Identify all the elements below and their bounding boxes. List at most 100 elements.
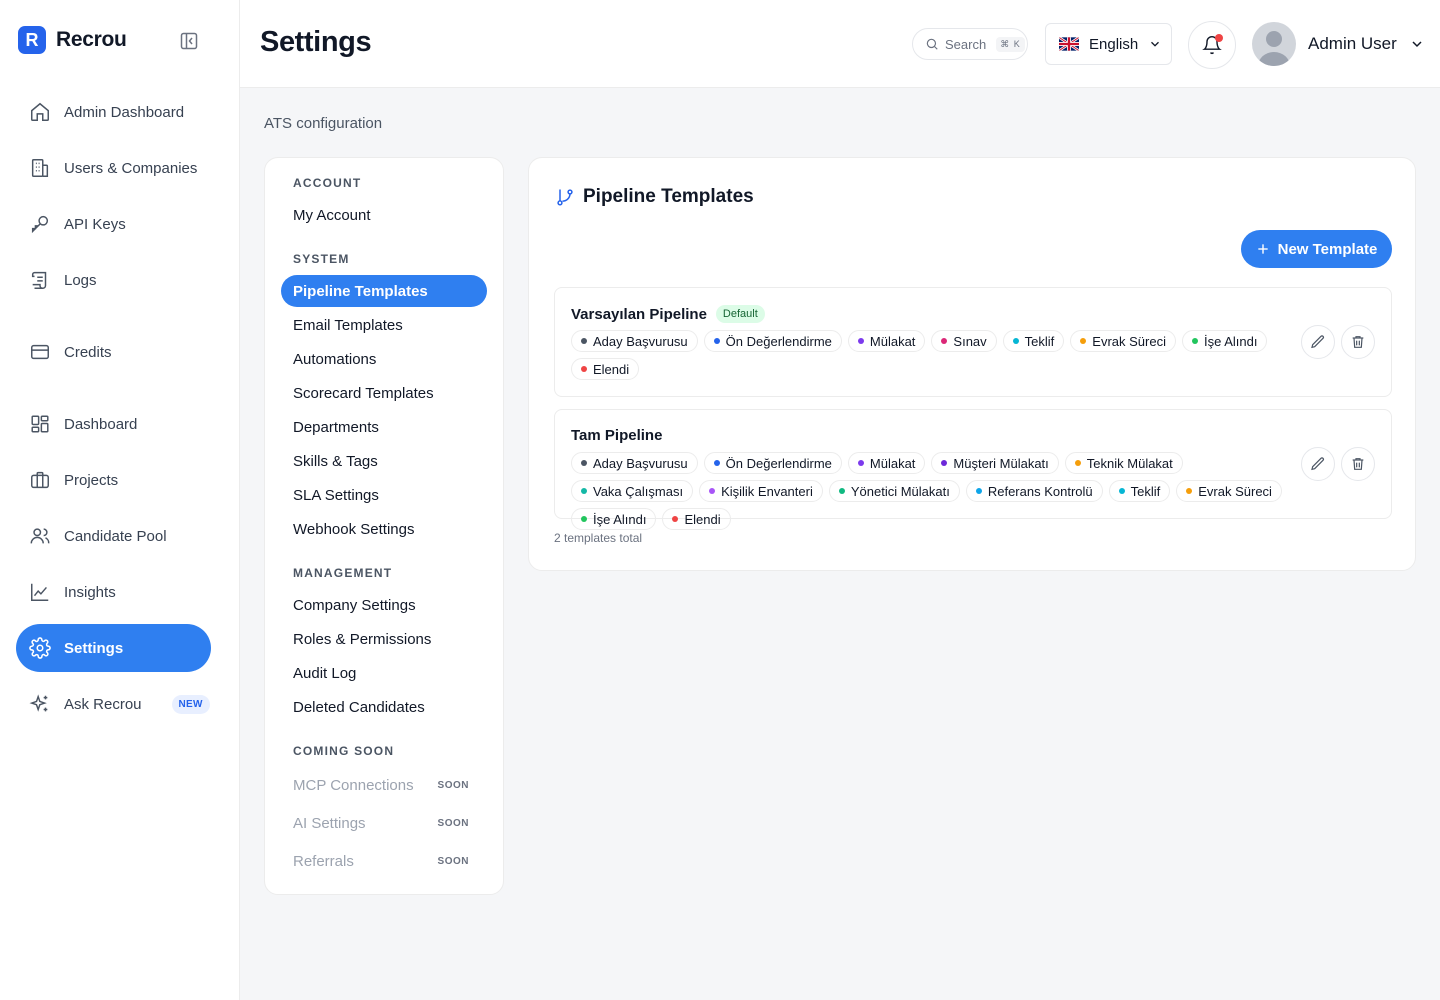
menu-item-company-settings[interactable]: Company Settings — [281, 589, 487, 621]
stage-chip: Teklif — [1108, 480, 1171, 502]
card-header: Pipeline Templates — [555, 186, 754, 208]
stage-dot-icon — [672, 516, 679, 522]
stage-dot-icon — [581, 460, 587, 466]
stage-dot-icon — [709, 488, 716, 494]
sidebar-item-label: Logs — [64, 271, 97, 289]
template-card-varsayilan[interactable]: Varsayılan Pipeline Default Aday Başvuru… — [554, 287, 1392, 397]
sidebar-item-settings[interactable]: Settings — [16, 624, 211, 672]
sidebar-item-candidate-pool[interactable]: Candidate Pool — [16, 512, 211, 560]
stage-dot-icon — [941, 338, 948, 344]
stage-dot-icon — [838, 488, 845, 494]
sidebar: R Recrou Admin Dashboard Users & Compani… — [0, 0, 240, 1000]
stage-dot-icon — [857, 460, 864, 466]
new-template-label: New Template — [1277, 240, 1378, 258]
stage-chip: Mülakat — [847, 452, 926, 474]
menu-item-automations[interactable]: Automations — [281, 343, 487, 375]
sidebar-item-admin-dashboard[interactable]: Admin Dashboard — [16, 88, 211, 136]
stage-chip: Ön Değerlendirme — [703, 452, 842, 474]
stage-dot-icon — [975, 488, 982, 494]
menu-item-scorecard-templates[interactable]: Scorecard Templates — [281, 377, 487, 409]
stage-label: Ön Değerlendirme — [725, 455, 832, 471]
sidebar-item-projects[interactable]: Projects — [16, 456, 211, 504]
menu-item-sla-settings[interactable]: SLA Settings — [281, 479, 487, 511]
gear-icon — [28, 636, 52, 660]
menu-item-label: MCP Connections — [293, 776, 414, 794]
stage-label: Teknik Mülakat — [1086, 455, 1173, 471]
grid-icon — [28, 412, 52, 436]
sidebar-item-ask-recrou[interactable]: Ask Recrou NEW — [16, 680, 211, 728]
template-name-text: Tam Pipeline — [571, 427, 663, 444]
menu-item-audit-log[interactable]: Audit Log — [281, 657, 487, 689]
stage-label: İşe Alındı — [1204, 333, 1258, 349]
building-icon — [28, 156, 52, 180]
stage-label: Elendi — [684, 511, 721, 527]
sidebar-item-label: Admin Dashboard — [64, 103, 185, 121]
sidebar-item-api-keys[interactable]: API Keys — [16, 200, 211, 248]
default-badge: Default — [715, 305, 765, 323]
user-menu[interactable]: Admin User — [1252, 22, 1425, 66]
brand-name: Recrou — [56, 28, 127, 51]
menu-item-label: Referrals — [293, 852, 354, 870]
sidebar-item-dashboard[interactable]: Dashboard — [16, 400, 211, 448]
stage-label: Müşteri Mülakatı — [953, 455, 1049, 471]
stage-list: Aday Başvurusu Ön Değerlendirme Mülakat Sın… — [571, 330, 1301, 380]
brand[interactable]: R Recrou — [18, 26, 127, 54]
stage-dot-icon — [1186, 488, 1193, 494]
delete-template-button[interactable] — [1341, 325, 1375, 359]
language-select[interactable]: English — [1045, 23, 1172, 65]
page-title: Settings — [260, 26, 372, 58]
settings-menu: ACCOUNT My Account SYSTEM Pipeline Templ… — [264, 157, 504, 895]
menu-item-roles-permissions[interactable]: Roles & Permissions — [281, 623, 487, 655]
users-icon — [28, 524, 52, 548]
trash-icon — [1352, 458, 1364, 470]
pencil-icon — [1311, 335, 1324, 349]
menu-item-skills-tags[interactable]: Skills & Tags — [281, 445, 487, 477]
template-name: Varsayılan Pipeline Default — [571, 305, 765, 323]
sidebar-item-users-companies[interactable]: Users & Companies — [16, 144, 211, 192]
stage-chip: Teklif — [1002, 330, 1065, 352]
credit-card-icon — [28, 340, 52, 364]
sidebar-item-label: Candidate Pool — [64, 527, 167, 545]
edit-template-button[interactable] — [1301, 447, 1335, 481]
sidebar-item-label: Ask Recrou — [64, 695, 142, 713]
section-title-system: SYSTEM — [293, 252, 350, 266]
edit-template-button[interactable] — [1301, 325, 1335, 359]
delete-template-button[interactable] — [1341, 447, 1375, 481]
stage-dot-icon — [713, 460, 720, 466]
sidebar-item-credits[interactable]: Credits — [16, 328, 211, 376]
stage-chip: Referans Kontrolü — [965, 480, 1103, 502]
new-template-button[interactable]: New Template — [1241, 230, 1392, 268]
collapse-sidebar-button[interactable] — [178, 30, 200, 52]
templates-total: 2 templates total — [554, 531, 643, 545]
notifications-button[interactable] — [1188, 21, 1236, 69]
search-button[interactable]: Search ⌘ K — [912, 28, 1028, 60]
sparkles-icon — [28, 692, 52, 716]
stage-dot-icon — [1080, 338, 1087, 344]
menu-item-email-templates[interactable]: Email Templates — [281, 309, 487, 341]
menu-item-webhook-settings[interactable]: Webhook Settings — [281, 513, 487, 545]
stage-chip: Kişilik Envanteri — [699, 480, 823, 502]
stage-chip: İşe Alındı — [571, 508, 657, 530]
sidebar-item-insights[interactable]: Insights — [16, 568, 211, 616]
section-title-management: MANAGEMENT — [293, 566, 393, 580]
soon-badge: SOON — [437, 855, 469, 867]
stage-chip: Aday Başvurusu — [571, 330, 698, 352]
stage-dot-icon — [1192, 338, 1198, 344]
menu-item-my-account[interactable]: My Account — [281, 199, 487, 231]
stage-label: Teklif — [1130, 483, 1161, 499]
template-card-tam[interactable]: Tam Pipeline Aday Başvurusu Ön Değerlendi… — [554, 409, 1392, 530]
stage-label: Evrak Süreci — [1198, 483, 1272, 499]
menu-item-pipeline-templates[interactable]: Pipeline Templates — [281, 275, 487, 307]
search-shortcut: ⌘ K — [996, 36, 1025, 52]
search-icon — [926, 38, 938, 50]
stage-dot-icon — [581, 488, 587, 494]
notification-dot — [1215, 34, 1223, 42]
stage-chip: Vaka Çalışması — [571, 480, 694, 502]
menu-item-deleted-candidates[interactable]: Deleted Candidates — [281, 691, 487, 723]
breadcrumb: ATS configuration — [264, 115, 383, 132]
user-name: Admin User — [1308, 34, 1397, 53]
soon-badge: SOON — [437, 817, 469, 829]
menu-item-departments[interactable]: Departments — [281, 411, 487, 443]
sidebar-item-logs[interactable]: Logs — [16, 256, 211, 304]
sidebar-item-label: API Keys — [64, 215, 126, 233]
